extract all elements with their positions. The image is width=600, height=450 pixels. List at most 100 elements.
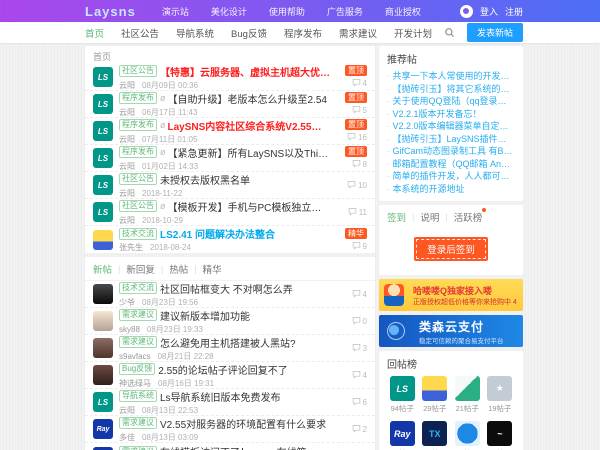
medal-icon[interactable]: [460, 5, 473, 18]
post-category-tag[interactable]: 需求建议: [119, 417, 157, 429]
post-author[interactable]: 云阳: [119, 189, 135, 198]
search-icon[interactable]: [444, 27, 455, 38]
post-category-tag[interactable]: 需求建议: [119, 446, 157, 450]
post-row[interactable]: 技术交流LS2.41 问题解决办法整合张先生2018-08-24精华9: [85, 226, 375, 253]
signin-tab[interactable]: 签到: [387, 210, 406, 224]
post-row[interactable]: 需求建议建议新版本增加功能sky8808月23日 19:330: [85, 308, 375, 335]
post-category-tag[interactable]: Bug反馈: [119, 363, 155, 375]
forum-section-link[interactable]: 开发计划: [394, 26, 432, 40]
rank-user[interactable]: ★19帖子: [485, 376, 516, 414]
post-row[interactable]: LS程序发布ø【自助升级】老版本怎么升级至2.54云阳06月17日 11:43置…: [85, 91, 375, 118]
rank-user[interactable]: Ray17帖子: [387, 421, 418, 450]
rank-user[interactable]: 29帖子: [420, 376, 451, 414]
post-category-tag[interactable]: 社区公告: [119, 200, 157, 212]
post-title-link[interactable]: LaySNS内容社区综合系统V2.55正式版全网首发: [168, 118, 332, 133]
ad-banner-yellow[interactable]: 哈喽喽Q独家接入喽 正版授权超低价格等你来抢购中 4: [379, 279, 523, 311]
recommend-link[interactable]: 【抛砖引玉】LaySNS插件的使用与开发（不断完善...: [387, 133, 515, 146]
recommend-link[interactable]: 【抛砖引玉】将其它系统的数据导入到LaySNS: [387, 83, 515, 96]
post-author[interactable]: 云阳: [119, 406, 135, 415]
rank-user[interactable]: 21帖子: [452, 376, 483, 414]
recommend-link[interactable]: 本系统的开源地址: [387, 183, 515, 196]
post-author[interactable]: 云阳: [119, 108, 135, 117]
recommend-link[interactable]: 关于使用QQ登陆（qq登录）网站的接入方案: [387, 95, 515, 108]
post-row[interactable]: LS导航系统Ls导航系统旧版本免费发布云阳08月13日 22:536: [85, 389, 375, 416]
topnav-item[interactable]: 演示站: [162, 5, 189, 18]
forum-section-link[interactable]: 首页: [85, 26, 104, 40]
forum-section-link[interactable]: 社区公告: [121, 26, 159, 40]
signin-tab[interactable]: 活跃榜: [454, 210, 483, 224]
post-title-link[interactable]: LS2.41 问题解决办法整合: [160, 226, 275, 241]
rank-user[interactable]: ~14帖子: [485, 421, 516, 450]
post-row[interactable]: LS程序发布øLaySNS内容社区综合系统V2.55正式版全网首发云阳07月11…: [85, 118, 375, 145]
topnav-item[interactable]: 广告服务: [327, 5, 363, 18]
forum-section-link[interactable]: 程序发布: [284, 26, 322, 40]
post-author[interactable]: 神选绿马: [119, 379, 151, 388]
recommend-link[interactable]: 共享一下本人常使用的开发工具: [387, 70, 515, 83]
recommend-link[interactable]: V2.2.0版本编辑器菜单自定义方法: [387, 120, 515, 133]
post-author[interactable]: 云阳: [119, 81, 135, 90]
post-category-tag[interactable]: 技术交流: [119, 282, 157, 294]
post-row[interactable]: Ray需求建议在线模板访问不了！--------在线等: [85, 443, 375, 450]
post-author[interactable]: 张先生: [119, 243, 143, 252]
post-author[interactable]: s9avfacs: [119, 352, 151, 361]
signin-button[interactable]: 登录后签到: [414, 237, 488, 261]
post-title-link[interactable]: V2.55对服务器的环境配置有什么要求: [160, 416, 326, 431]
site-logo[interactable]: Laysns: [85, 4, 136, 19]
post-author[interactable]: 云阳: [119, 135, 135, 144]
post-title-link[interactable]: Ls导航系统旧版本免费发布: [160, 389, 281, 404]
post-category-tag[interactable]: 需求建议: [119, 336, 157, 348]
post-category-tag[interactable]: 社区公告: [119, 173, 157, 185]
rank-user[interactable]: LS94帖子: [387, 376, 418, 414]
forum-section-link[interactable]: 需求建议: [339, 26, 377, 40]
post-author[interactable]: 云阳: [119, 162, 135, 171]
post-row[interactable]: LS程序发布ø【紧急更新】所有LaySNS以及ThinkPHP5的小伙伴请注意云…: [85, 145, 375, 172]
post-title-link[interactable]: 【特惠】云服务器、虚拟主机超大优惠放送: [160, 64, 331, 79]
forum-section-link[interactable]: Bug反馈: [231, 26, 267, 40]
feed-tab[interactable]: 新帖: [93, 262, 112, 276]
post-author[interactable]: 多佳: [119, 433, 135, 442]
register-link[interactable]: 注册: [505, 5, 523, 18]
login-link[interactable]: 登入: [480, 5, 498, 18]
post-title-link[interactable]: 【紧急更新】所有LaySNS以及ThinkPHP5的小伙伴请注意: [168, 145, 332, 160]
feed-tab[interactable]: 精华: [203, 262, 222, 276]
ad-banner-pay[interactable]: 类森云支付 稳定可信赖的聚合易支付平台: [379, 315, 523, 347]
post-category-tag[interactable]: 导航系统: [119, 390, 157, 402]
post-row[interactable]: 需求建议怎么避免用主机搭建被人黑站?s9avfacs08月21日 22:283: [85, 335, 375, 362]
topnav-item[interactable]: 使用帮助: [269, 5, 305, 18]
topnav-item[interactable]: 商业授权: [385, 5, 421, 18]
rank-user[interactable]: TX16帖子: [420, 421, 451, 450]
post-row[interactable]: Ray需求建议V2.55对服务器的环境配置有什么要求多佳08月13日 03:09…: [85, 416, 375, 443]
post-row[interactable]: LS社区公告未授权去版权黑名单云阳2018-11-2210: [85, 172, 375, 199]
post-author[interactable]: sky88: [119, 325, 140, 334]
post-title-link[interactable]: 在线模板访问不了！--------在线等: [160, 444, 307, 450]
signin-tab[interactable]: 说明: [420, 210, 439, 224]
post-row[interactable]: Bug反馈2.55的论坛帖子评论回复不了神选绿马08月16日 19:314: [85, 362, 375, 389]
post-title-link[interactable]: 【模板开发】手机与PC模板独立开发: [168, 199, 332, 214]
post-title-link[interactable]: 未授权去版权黑名单: [160, 172, 250, 187]
post-category-tag[interactable]: 程序发布: [119, 146, 157, 158]
post-title-link[interactable]: 怎么避免用主机搭建被人黑站?: [160, 335, 296, 350]
post-category-tag[interactable]: 需求建议: [119, 309, 157, 321]
recommend-link[interactable]: 简单的插件开发，人人都可以做插件: [387, 170, 515, 183]
post-row[interactable]: 技术交流社区回帖框变大 不对啊怎么弄少爷08月23日 19:564: [85, 281, 375, 308]
recommend-link[interactable]: 邮箱配置教程（QQ邮箱 And 163邮箱）: [387, 158, 515, 171]
recommend-link[interactable]: V2.2.1版本开发备忘！: [387, 108, 515, 121]
post-title-link[interactable]: 建议新版本增加功能: [160, 308, 250, 323]
new-post-button[interactable]: 发表新帖: [467, 23, 523, 42]
post-row[interactable]: LS社区公告ø【模板开发】手机与PC模板独立开发云阳2018-10-2911: [85, 199, 375, 226]
feed-tab[interactable]: 热帖: [169, 262, 188, 276]
post-category-tag[interactable]: 社区公告: [119, 65, 157, 77]
forum-section-link[interactable]: 导航系统: [176, 26, 214, 40]
feed-tab[interactable]: 新回复: [126, 262, 155, 276]
post-category-tag[interactable]: 程序发布: [119, 119, 157, 131]
post-category-tag[interactable]: 程序发布: [119, 92, 157, 104]
post-title-link[interactable]: 2.55的论坛帖子评论回复不了: [158, 362, 287, 377]
recommend-link[interactable]: GifCam动态图录制工具 有BUG用此软件录制好动...: [387, 145, 515, 158]
post-author[interactable]: 云阳: [119, 216, 135, 225]
topnav-item[interactable]: 美化设计: [211, 5, 247, 18]
post-title-link[interactable]: 社区回帖框变大 不对啊怎么弄: [160, 281, 293, 296]
rank-user[interactable]: 16帖子: [452, 421, 483, 450]
post-author[interactable]: 少爷: [119, 298, 135, 307]
post-row[interactable]: LS社区公告【特惠】云服务器、虚拟主机超大优惠放送云阳08月09日 00:36置…: [85, 64, 375, 91]
post-category-tag[interactable]: 技术交流: [119, 228, 157, 240]
